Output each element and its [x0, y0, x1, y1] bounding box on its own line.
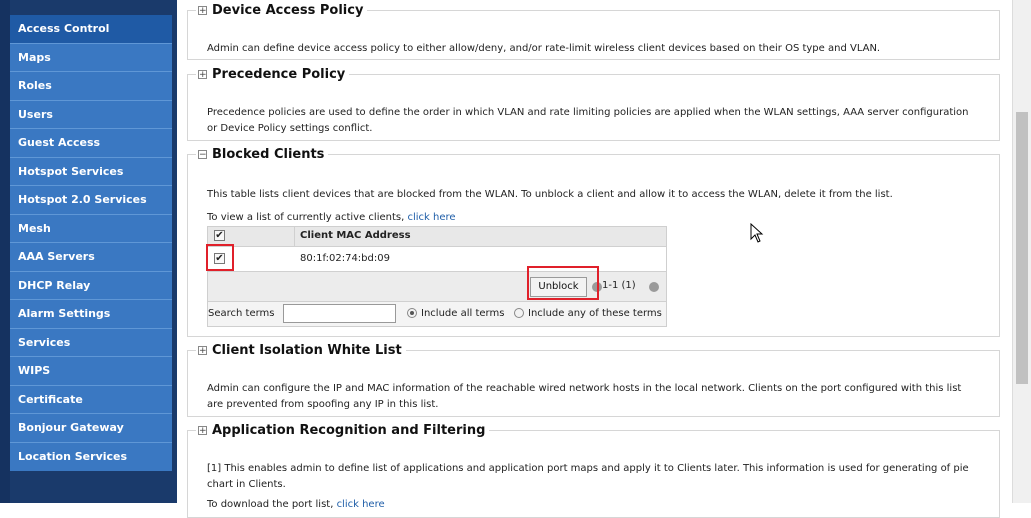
app-recognition-header[interactable]: + Application Recognition and Filtering [196, 423, 489, 438]
pager-text: 1-1 (1) [602, 280, 636, 291]
view-clients-text: To view a list of currently active clien… [207, 212, 408, 223]
include-all-label: Include all terms [421, 308, 505, 319]
client-mac: 80:1f:02:74:bd:09 [300, 253, 390, 264]
sidebar-item-access-control[interactable]: Access Control [10, 15, 172, 44]
sidebar-item-location-services[interactable]: Location Services [10, 443, 172, 472]
expand-icon[interactable]: + [198, 346, 207, 356]
mac-column-header[interactable]: Client MAC Address [300, 230, 411, 241]
client-isolation-section: + Client Isolation White List Admin can c… [187, 343, 1000, 417]
section-description-cont: or Device Policy settings conflict. [207, 123, 373, 134]
download-text: To download the port list, [207, 499, 337, 510]
sidebar-item-maps[interactable]: Maps [10, 44, 172, 72]
next-page-icon[interactable] [649, 282, 659, 292]
app-recognition-section: + Application Recognition and Filtering [… [187, 423, 1000, 518]
section-description-cont: are prevented from spoofing any IP in th… [207, 399, 439, 410]
device-access-policy-section: + Device Access Policy Admin can define d… [187, 3, 1000, 60]
sidebar-item-hotspot-2-services[interactable]: Hotspot 2.0 Services [10, 186, 172, 215]
blocked-clients-header[interactable]: − Blocked Clients [196, 147, 328, 162]
section-description: Precedence policies are used to define t… [207, 107, 969, 118]
view-clients-line: To view a list of currently active clien… [207, 210, 456, 226]
search-input[interactable] [283, 304, 396, 323]
include-any-radio[interactable] [514, 308, 524, 318]
sidebar-item-roles[interactable]: Roles [10, 72, 172, 101]
section-description: Admin can configure the IP and MAC infor… [207, 383, 962, 394]
mouse-cursor-icon [750, 223, 764, 243]
row-checkbox-highlight [206, 244, 234, 271]
device-access-policy-header[interactable]: + Device Access Policy [196, 3, 367, 18]
sidebar-item-alarm-settings[interactable]: Alarm Settings [10, 300, 172, 329]
sidebar-item-services[interactable]: Services [10, 329, 172, 357]
include-any-label: Include any of these terms [528, 308, 662, 319]
vertical-scrollbar[interactable] [1012, 0, 1031, 503]
expand-icon[interactable]: + [198, 426, 207, 436]
section-title: Device Access Policy [212, 3, 364, 18]
sidebar-item-wips[interactable]: WIPS [10, 357, 172, 386]
sidebar-band [0, 0, 10, 503]
precedence-policy-section: + Precedence Policy Precedence policies a… [187, 67, 1000, 141]
download-link[interactable]: click here [337, 499, 385, 510]
section-description: [1] This enables admin to define list of… [207, 463, 969, 474]
section-title: Blocked Clients [212, 147, 325, 162]
search-label: Search terms [208, 308, 275, 319]
section-description-cont: chart in Clients. [207, 479, 286, 490]
sidebar-item-bonjour-gateway[interactable]: Bonjour Gateway [10, 414, 172, 443]
section-title: Application Recognition and Filtering [212, 423, 486, 438]
sidebar-menu: Access Control Maps Roles Users Guest Ac… [10, 15, 172, 471]
unblock-button-highlight [527, 266, 599, 300]
select-all-checkbox[interactable]: ✔ [214, 230, 225, 241]
sidebar-footer [10, 471, 172, 503]
view-clients-link[interactable]: click here [407, 212, 455, 223]
collapse-icon[interactable]: − [198, 150, 207, 160]
section-description: This table lists client devices that are… [207, 189, 893, 200]
download-line: To download the port list, click here [207, 497, 385, 513]
include-all-radio[interactable] [407, 308, 417, 318]
section-description: Admin can define device access policy to… [207, 43, 881, 54]
table-search-bar: Search terms Include all terms Include a… [208, 302, 666, 326]
sidebar: Access Control Maps Roles Users Guest Ac… [0, 0, 177, 503]
sidebar-item-dhcp-relay[interactable]: DHCP Relay [10, 272, 172, 300]
sidebar-item-guest-access[interactable]: Guest Access [10, 129, 172, 158]
section-title: Precedence Policy [212, 67, 346, 82]
section-title: Client Isolation White List [212, 343, 402, 358]
expand-icon[interactable]: + [198, 6, 207, 16]
client-isolation-header[interactable]: + Client Isolation White List [196, 343, 406, 358]
expand-icon[interactable]: + [198, 70, 207, 80]
scrollbar-thumb[interactable] [1016, 112, 1028, 384]
sidebar-item-hotspot-services[interactable]: Hotspot Services [10, 158, 172, 186]
sidebar-item-mesh[interactable]: Mesh [10, 215, 172, 243]
sidebar-item-aaa-servers[interactable]: AAA Servers [10, 243, 172, 272]
sidebar-item-users[interactable]: Users [10, 101, 172, 129]
sidebar-item-certificate[interactable]: Certificate [10, 386, 172, 414]
table-header: ✔ Client MAC Address [208, 227, 666, 271]
precedence-policy-header[interactable]: + Precedence Policy [196, 67, 349, 82]
